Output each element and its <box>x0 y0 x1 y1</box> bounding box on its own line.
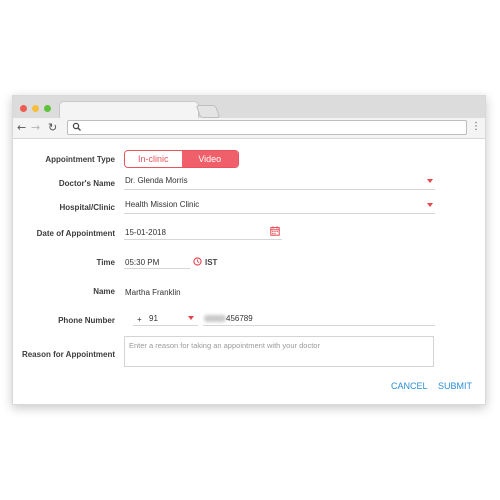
in-clinic-option[interactable]: In-clinic <box>125 151 182 167</box>
time-value: 05:30 PM <box>125 258 160 267</box>
cancel-button[interactable]: CANCEL <box>391 381 428 391</box>
chevron-down-icon <box>427 179 433 183</box>
video-option[interactable]: Video <box>181 151 238 167</box>
doctor-select-value: Dr. Glenda Morris <box>125 176 188 185</box>
phone-label: Phone Number <box>58 316 115 325</box>
hospital-select-value: Health Mission Clinic <box>125 200 200 209</box>
date-label: Date of Appointment <box>36 229 115 238</box>
new-tab-button[interactable] <box>195 105 221 118</box>
time-label: Time <box>96 258 115 267</box>
redacted-digits <box>204 315 226 322</box>
browser-window: ← → ↻ ⋮ Appointment Type In-clinic Video… <box>12 95 486 405</box>
chevron-down-icon <box>427 203 433 207</box>
date-underline <box>124 239 282 240</box>
reason-label: Reason for Appointment <box>21 350 115 359</box>
country-plus-sign: + <box>137 315 142 324</box>
chevron-down-icon <box>188 316 194 320</box>
calendar-icon[interactable] <box>270 226 280 236</box>
doctor-name-label: Doctor's Name <box>58 179 115 188</box>
back-arrow-icon[interactable]: ← <box>17 121 26 134</box>
country-code-underline <box>133 325 198 326</box>
minimize-window-button[interactable] <box>32 105 39 112</box>
clock-icon[interactable] <box>193 257 202 266</box>
reload-icon[interactable]: ↻ <box>48 121 57 134</box>
time-underline <box>124 268 190 269</box>
close-window-button[interactable] <box>20 105 27 112</box>
submit-button[interactable]: SUBMIT <box>438 381 472 391</box>
address-bar[interactable] <box>67 120 467 135</box>
phone-number-underline <box>203 325 435 326</box>
browser-toolbar: ← → ↻ ⋮ <box>13 118 485 139</box>
timezone-label: IST <box>205 258 218 267</box>
forward-arrow-icon[interactable]: → <box>31 121 40 134</box>
appointment-type-label: Appointment Type <box>45 155 115 164</box>
maximize-window-button[interactable] <box>44 105 51 112</box>
date-value: 15-01-2018 <box>125 228 166 237</box>
name-value[interactable]: Martha Franklin <box>125 288 181 297</box>
reason-placeholder: Enter a reason for taking an appointment… <box>129 341 320 350</box>
appointment-type-toggle[interactable]: In-clinic Video <box>124 150 239 168</box>
more-options-icon[interactable]: ⋮ <box>471 122 481 132</box>
phone-number-value: 456789 <box>226 314 253 323</box>
appointment-form: Appointment Type In-clinic Video Doctor'… <box>13 139 485 404</box>
name-label: Name <box>93 287 115 296</box>
doctor-select-underline <box>124 189 435 190</box>
country-code-value: 91 <box>149 314 158 323</box>
reason-textarea[interactable]: Enter a reason for taking an appointment… <box>124 336 434 367</box>
title-bar <box>13 96 485 120</box>
search-icon <box>72 122 81 131</box>
hospital-label: Hospital/Clinic <box>59 203 115 212</box>
hospital-select-underline <box>124 213 435 214</box>
